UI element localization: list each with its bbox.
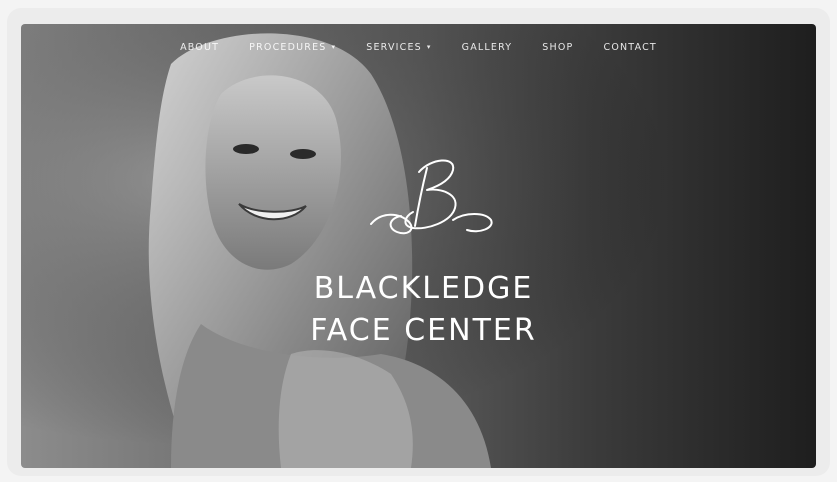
nav-item-label: PROCEDURES [249,42,327,53]
chevron-down-icon: ▾ [331,43,337,51]
brand-line-1: BLACKLEDGE [313,271,534,306]
monogram-logo-icon [370,159,493,235]
nav-item-label: SHOP [542,42,574,53]
nav-item-services[interactable]: SERVICES ▾ [351,42,446,53]
main-nav: ABOUT PROCEDURES ▾ SERVICES ▾ GALLERY SH… [21,42,816,53]
nav-item-label: GALLERY [461,42,513,53]
nav-item-gallery[interactable]: GALLERY [447,42,528,53]
nav-item-label: CONTACT [603,42,657,53]
nav-item-procedures[interactable]: PROCEDURES ▾ [234,42,351,53]
nav-item-label: SERVICES [366,42,422,53]
nav-item-about[interactable]: ABOUT [165,42,234,53]
brand-line-2: FACE CENTER [310,313,537,348]
chevron-down-icon: ▾ [426,43,432,51]
nav-item-label: ABOUT [180,42,220,53]
hero-portrait-image [21,24,816,468]
nav-item-contact[interactable]: CONTACT [588,42,671,53]
nav-item-shop[interactable]: SHOP [527,42,588,53]
hero-section: ABOUT PROCEDURES ▾ SERVICES ▾ GALLERY SH… [21,24,816,468]
brand-title: BLACKLEDGE FACE CENTER [241,268,606,352]
